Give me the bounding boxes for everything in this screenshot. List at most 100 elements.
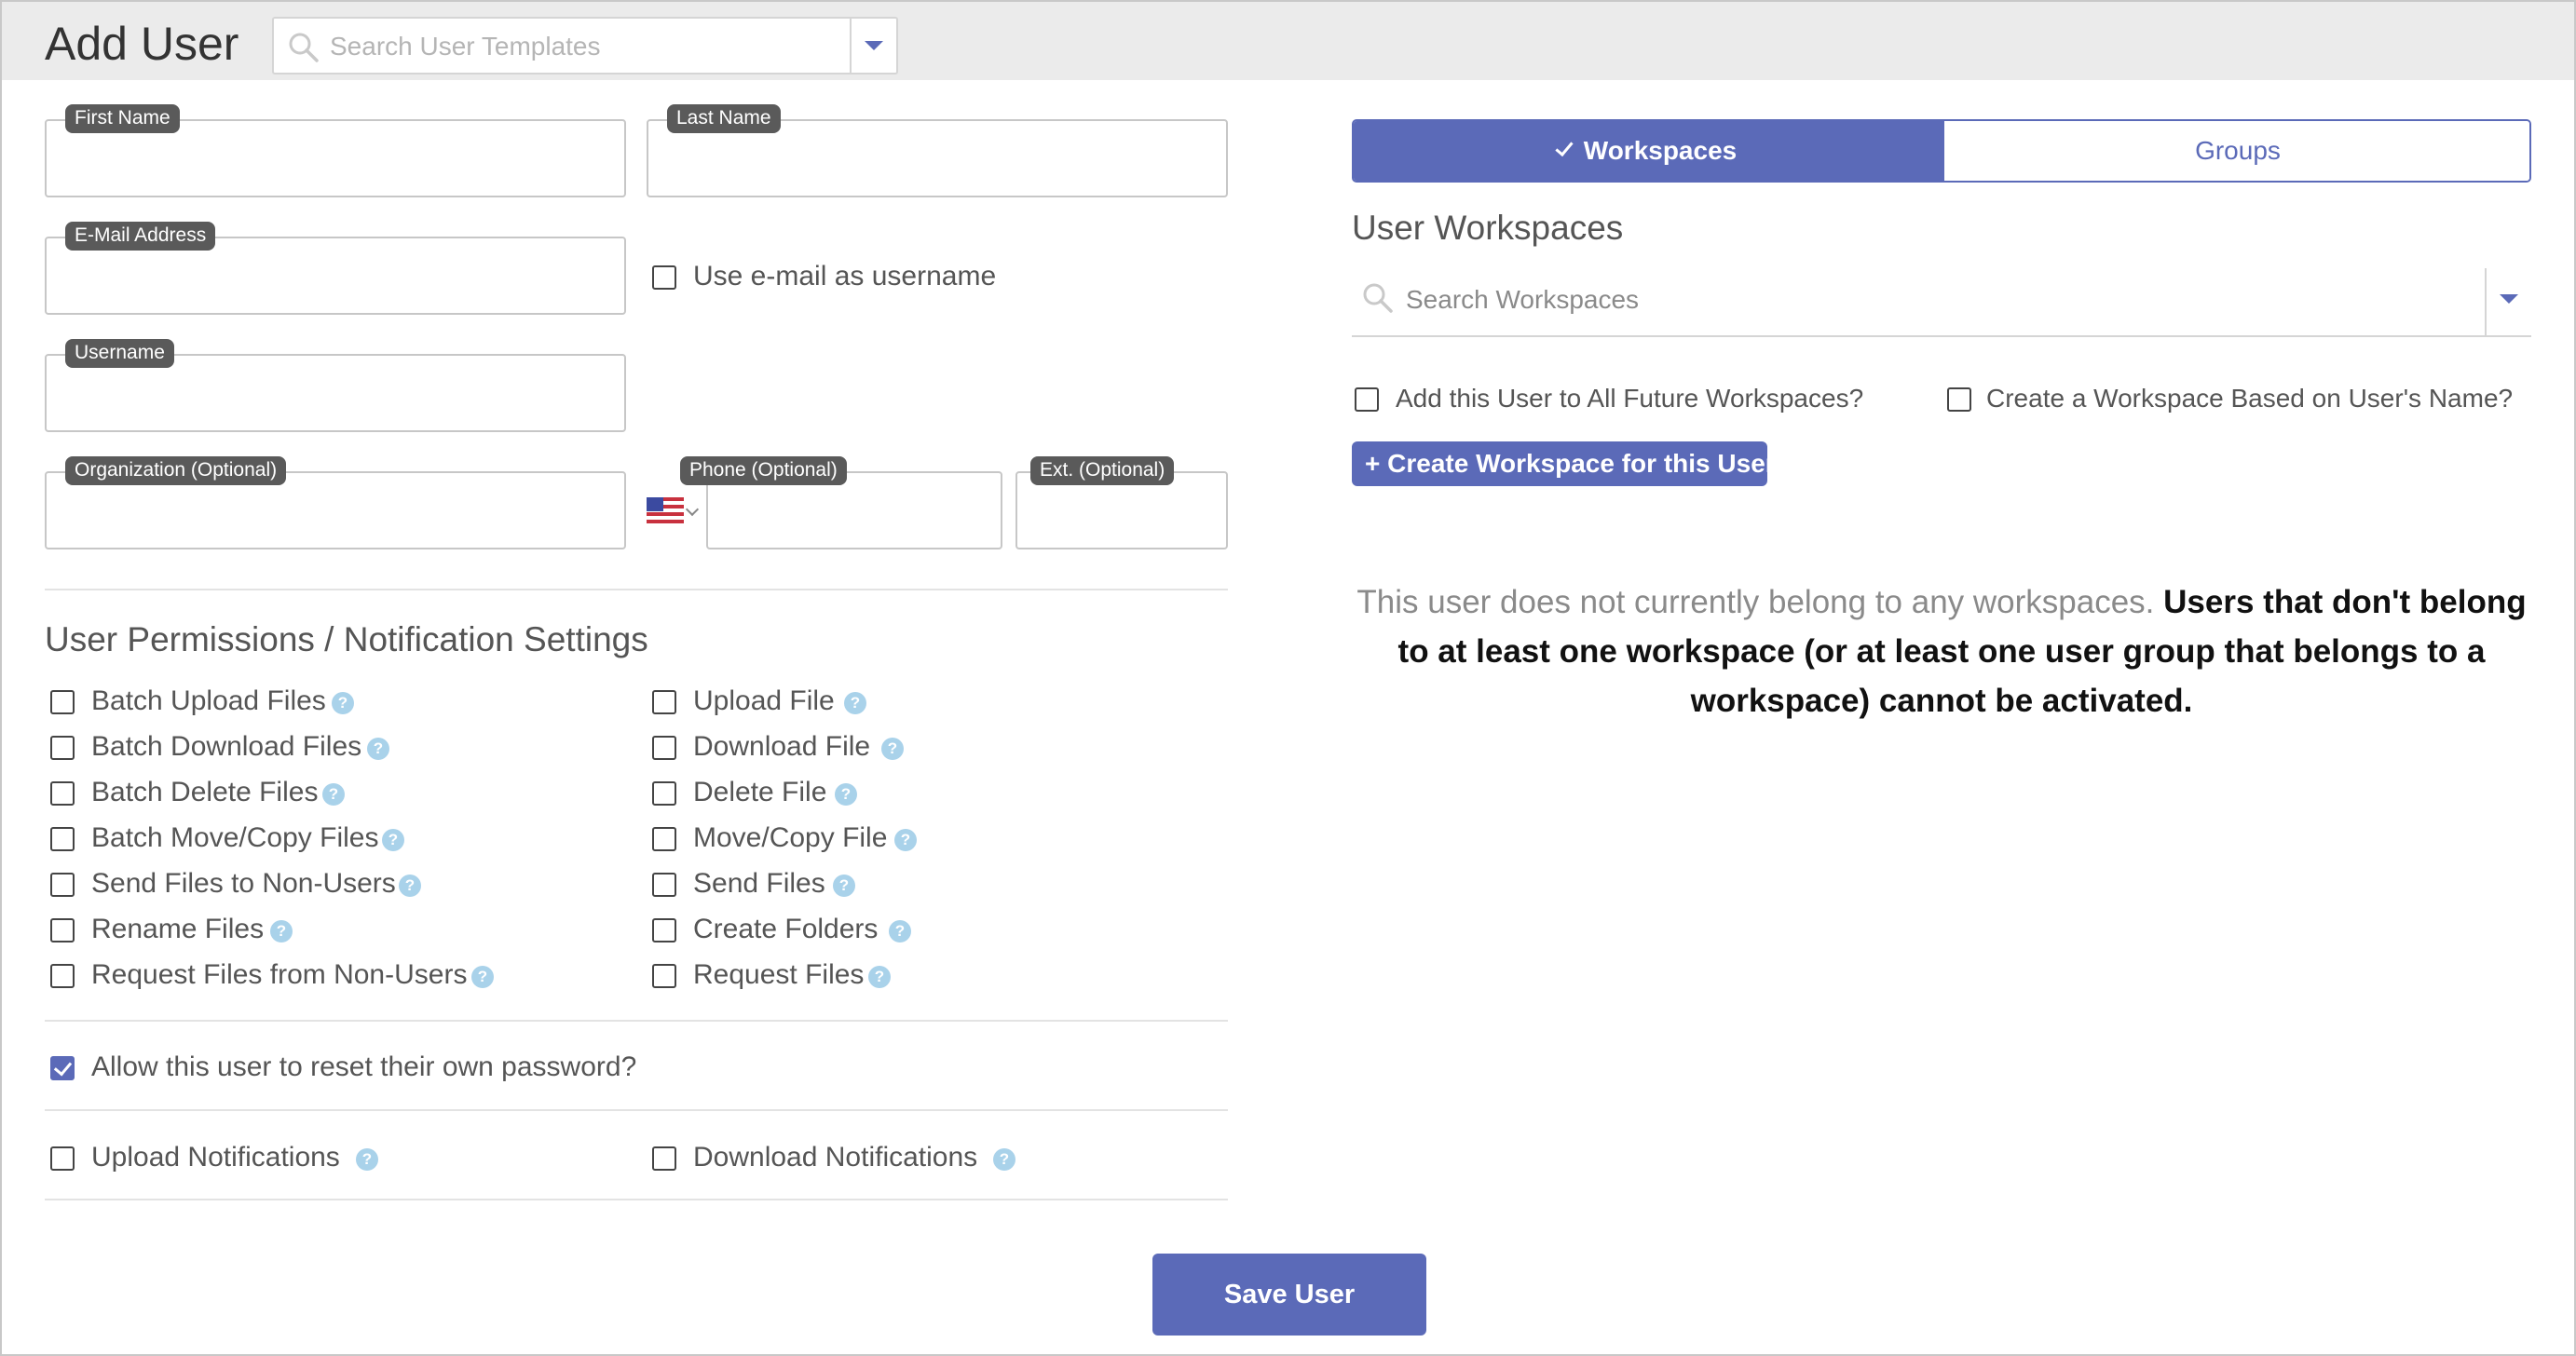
ext-field[interactable]: Ext. (Optional) (1015, 456, 1228, 549)
upload-notifications-label: Upload Notifications (91, 1142, 340, 1173)
help-icon[interactable]: ? (868, 966, 891, 988)
use-email-checkbox[interactable] (652, 265, 676, 290)
help-icon[interactable]: ? (844, 692, 866, 714)
upload-notifications-checkbox[interactable] (50, 1146, 75, 1171)
delete-file-checkbox[interactable] (652, 781, 676, 806)
organization-input[interactable] (60, 494, 611, 536)
help-icon[interactable]: ? (471, 966, 494, 988)
permissions-title: User Permissions / Notification Settings (45, 620, 648, 658)
delete-file-label: Delete File (693, 777, 827, 807)
create-workspace-button[interactable]: + Create Workspace for this User (1352, 441, 1776, 486)
help-icon[interactable]: ? (332, 692, 354, 714)
notice-text: This user does not currently belong to a… (1356, 584, 2155, 620)
add-user-page: Add User First Name Last Name E-Mail Add… (0, 0, 2576, 1356)
create-folders-label: Create Folders (693, 914, 879, 944)
send-non-users-checkbox[interactable] (50, 873, 75, 897)
help-icon[interactable]: ? (889, 920, 911, 942)
request-files-label: Request Files (693, 959, 865, 990)
download-notifications-label: Download Notifications (693, 1142, 978, 1173)
phone-label: Phone (Optional) (680, 456, 847, 485)
workspace-notice: This user does not currently belong to a… (1352, 577, 2531, 725)
tab-groups[interactable]: Groups (1942, 121, 2529, 181)
create-named-workspace-checkbox[interactable] (1947, 387, 1971, 412)
help-icon[interactable]: ? (270, 920, 293, 942)
chevron-down-icon (2500, 294, 2518, 304)
chevron-down-icon (865, 41, 883, 50)
check-icon (1555, 137, 1574, 157)
help-icon[interactable]: ? (322, 783, 345, 806)
template-search-input[interactable] (330, 28, 833, 65)
add-future-workspaces-checkbox[interactable] (1355, 387, 1379, 412)
help-icon[interactable]: ? (835, 783, 857, 806)
help-icon[interactable]: ? (993, 1148, 1015, 1171)
batch-download-checkbox[interactable] (50, 736, 75, 760)
move-copy-file-checkbox[interactable] (652, 827, 676, 851)
batch-delete-label: Batch Delete Files (91, 777, 319, 807)
help-icon[interactable]: ? (833, 875, 855, 897)
email-field[interactable]: E-Mail Address (45, 222, 626, 315)
ext-label: Ext. (Optional) (1030, 456, 1175, 485)
help-icon[interactable]: ? (356, 1148, 378, 1171)
use-email-label: Use e-mail as username (693, 261, 997, 292)
send-files-checkbox[interactable] (652, 873, 676, 897)
batch-delete-checkbox[interactable] (50, 781, 75, 806)
template-search[interactable] (272, 17, 898, 75)
template-dropdown-toggle[interactable] (850, 19, 896, 73)
page-title: Add User (45, 18, 239, 70)
first-name-input[interactable] (60, 142, 611, 184)
username-field[interactable]: Username (45, 339, 626, 432)
search-icon (289, 33, 319, 62)
tab-workspaces-label: Workspaces (1583, 136, 1738, 165)
last-name-label: Last Name (667, 104, 781, 133)
reset-password-checkbox[interactable] (50, 1056, 75, 1080)
us-flag-icon[interactable] (647, 497, 684, 523)
first-name-label: First Name (65, 104, 180, 133)
save-user-button[interactable]: Save User (1152, 1254, 1426, 1336)
organization-label: Organization (Optional) (65, 456, 287, 485)
download-notifications-checkbox[interactable] (652, 1146, 676, 1171)
phone-input[interactable] (721, 494, 988, 536)
divider (45, 589, 1228, 590)
download-file-checkbox[interactable] (652, 736, 676, 760)
user-workspaces-title: User Workspaces (1352, 209, 1624, 247)
workspace-dropdown-toggle[interactable] (2485, 268, 2531, 335)
country-chevron-icon[interactable] (685, 502, 700, 517)
email-label: E-Mail Address (65, 222, 216, 251)
workspace-search[interactable] (1352, 268, 2531, 337)
download-file-label: Download File (693, 731, 871, 762)
request-files-checkbox[interactable] (652, 964, 676, 988)
send-non-users-label: Send Files to Non-Users (91, 868, 396, 899)
help-icon[interactable]: ? (382, 829, 404, 851)
tab-groups-label: Groups (2195, 136, 2281, 165)
help-icon[interactable]: ? (894, 829, 917, 851)
last-name-input[interactable] (661, 142, 1213, 184)
username-input[interactable] (60, 376, 611, 419)
help-icon[interactable]: ? (367, 738, 389, 760)
create-named-workspace-label: Create a Workspace Based on User's Name? (1986, 384, 2514, 413)
upload-file-checkbox[interactable] (652, 690, 676, 714)
phone-field[interactable]: Phone (Optional) (680, 456, 1002, 549)
create-folders-checkbox[interactable] (652, 918, 676, 942)
email-input[interactable] (60, 259, 611, 302)
rename-files-checkbox[interactable] (50, 918, 75, 942)
last-name-field[interactable]: Last Name (647, 104, 1228, 197)
divider (45, 1020, 1228, 1022)
first-name-field[interactable]: First Name (45, 104, 626, 197)
reset-password-label: Allow this user to reset their own passw… (91, 1051, 637, 1082)
header-bar: Add User (2, 2, 2574, 80)
ext-input[interactable] (1030, 494, 1213, 536)
username-label: Username (65, 339, 174, 368)
batch-download-label: Batch Download Files (91, 731, 362, 762)
batch-move-copy-checkbox[interactable] (50, 827, 75, 851)
upload-file-label: Upload File (693, 685, 835, 716)
request-non-users-checkbox[interactable] (50, 964, 75, 988)
help-icon[interactable]: ? (881, 738, 904, 760)
tab-workspaces[interactable]: Workspaces (1354, 121, 1942, 181)
organization-field[interactable]: Organization (Optional) (45, 456, 626, 549)
batch-move-copy-label: Batch Move/Copy Files (91, 822, 379, 853)
add-future-workspaces-label: Add this User to All Future Workspaces? (1396, 384, 1864, 413)
help-icon[interactable]: ? (399, 875, 421, 897)
workspace-search-input[interactable] (1406, 281, 2431, 319)
divider (45, 1109, 1228, 1111)
batch-upload-checkbox[interactable] (50, 690, 75, 714)
